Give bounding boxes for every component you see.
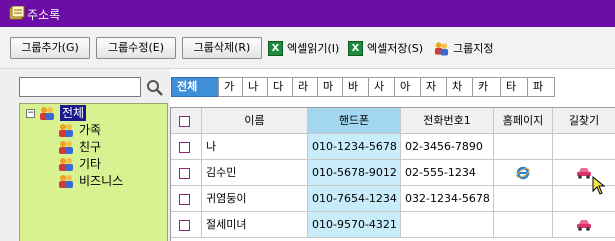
mobile-cell: 010-1234-5678 bbox=[308, 134, 401, 160]
row-checkbox[interactable] bbox=[179, 142, 190, 153]
group-icon bbox=[59, 141, 73, 154]
tab-a[interactable]: 아 bbox=[394, 77, 421, 97]
title-bar: 주소록 bbox=[0, 0, 615, 27]
name-cell: 절세미녀 bbox=[202, 212, 308, 238]
phone1-cell: 02-555-1234 bbox=[401, 160, 494, 186]
window-title: 주소록 bbox=[27, 8, 61, 22]
group-icon bbox=[59, 175, 73, 188]
homepage-cell bbox=[494, 134, 553, 160]
phone1-cell bbox=[401, 212, 494, 238]
excel-icon: X bbox=[348, 41, 363, 56]
table-row[interactable]: 귀염둥이 010-7654-1234 032-1234-5678 bbox=[171, 186, 615, 212]
group-icon bbox=[59, 124, 73, 137]
car-icon[interactable] bbox=[576, 167, 592, 179]
search-input[interactable] bbox=[19, 77, 141, 97]
cursor-icon bbox=[592, 176, 606, 195]
excel-icon: X bbox=[268, 41, 283, 56]
row-select-cell bbox=[171, 134, 202, 160]
tab-cha[interactable]: 차 bbox=[446, 77, 473, 97]
tab-ja[interactable]: 자 bbox=[420, 77, 447, 97]
group-icon bbox=[40, 107, 54, 120]
contact-panel: 전체 가 나 다 라 마 바 사 아 자 차 카 타 파 이름 핸드폰 전화번호… bbox=[170, 69, 615, 241]
group-panel: − 전체 가족 친구 기타 비즈니스 bbox=[0, 69, 170, 241]
excel-save-label: 엑셀저장(S) bbox=[367, 42, 424, 55]
homepage-cell bbox=[494, 186, 553, 212]
tab-ra[interactable]: 라 bbox=[292, 77, 318, 97]
column-header[interactable]: 전화번호1 bbox=[401, 108, 494, 134]
row-select-cell bbox=[171, 160, 202, 186]
row-checkbox[interactable] bbox=[179, 194, 190, 205]
table-row[interactable]: 나 010-1234-5678 02-3456-7890 bbox=[171, 134, 615, 160]
edit-group-button[interactable]: 그룹수정(E) bbox=[96, 37, 176, 59]
mobile-cell: 010-9570-4321 bbox=[308, 212, 401, 238]
column-header[interactable]: 홈페이지 bbox=[494, 108, 553, 134]
tree-expander[interactable]: − bbox=[26, 109, 35, 118]
tab-ta[interactable]: 타 bbox=[500, 77, 528, 97]
group-icon bbox=[434, 42, 449, 56]
index-tabs: 전체 가 나 다 라 마 바 사 아 자 차 카 타 파 bbox=[170, 77, 615, 97]
addressbook-icon bbox=[9, 6, 25, 20]
tree-node-label: 기타 bbox=[79, 157, 102, 171]
delete-group-button[interactable]: 그룹삭제(R) bbox=[182, 37, 262, 59]
table-header: 이름 핸드폰 전화번호1 홈페이지 길찾기 bbox=[171, 108, 615, 134]
excel-save-button[interactable]: X 엑셀저장(S) bbox=[348, 41, 426, 57]
ie-icon[interactable] bbox=[516, 166, 530, 180]
row-select-cell bbox=[171, 186, 202, 212]
mobile-cell: 010-5678-9012 bbox=[308, 160, 401, 186]
name-cell: 김수민 bbox=[202, 160, 308, 186]
tab-ma[interactable]: 마 bbox=[317, 77, 343, 97]
name-cell: 귀염둥이 bbox=[202, 186, 308, 212]
tab-all[interactable]: 전체 bbox=[171, 77, 219, 97]
column-header[interactable]: 길찾기 bbox=[553, 108, 615, 134]
excel-read-label: 엑셀읽기(I) bbox=[287, 42, 340, 55]
tab-da[interactable]: 다 bbox=[267, 77, 293, 97]
phone1-cell: 032-1234-5678 bbox=[401, 186, 494, 212]
add-group-button[interactable]: 그룹추가(G) bbox=[10, 37, 90, 59]
toolbar: 그룹추가(G) 그룹수정(E) 그룹삭제(R) X 엑셀읽기(I) X 엑셀저장… bbox=[0, 27, 615, 69]
group-icon bbox=[59, 158, 73, 171]
search-icon[interactable] bbox=[146, 79, 164, 97]
tree-node-label: 전체 bbox=[60, 105, 87, 121]
name-cell: 나 bbox=[202, 134, 308, 160]
row-checkbox[interactable] bbox=[179, 220, 190, 231]
phone1-cell: 02-3456-7890 bbox=[401, 134, 494, 160]
assign-group-label: 그룹지정 bbox=[453, 42, 494, 55]
tree-node-label: 가족 bbox=[79, 123, 102, 137]
assign-group-button[interactable]: 그룹지정 bbox=[434, 41, 506, 57]
directions-cell bbox=[553, 134, 615, 160]
row-select-cell bbox=[171, 212, 202, 238]
directions-cell bbox=[553, 212, 615, 238]
mobile-cell: 010-7654-1234 bbox=[308, 186, 401, 212]
tab-sa[interactable]: 사 bbox=[368, 77, 395, 97]
row-checkbox[interactable] bbox=[179, 168, 190, 179]
tab-ka[interactable]: 카 bbox=[472, 77, 501, 97]
tab-na[interactable]: 나 bbox=[242, 77, 268, 97]
homepage-cell bbox=[494, 212, 553, 238]
tree-node-label: 비즈니스 bbox=[79, 174, 124, 188]
tab-ga[interactable]: 가 bbox=[218, 77, 243, 97]
car-icon[interactable] bbox=[576, 219, 592, 231]
group-tree: − 전체 가족 친구 기타 비즈니스 bbox=[19, 103, 168, 241]
table-row[interactable]: 김수민 010-5678-9012 02-555-1234 bbox=[171, 160, 615, 186]
select-all-checkbox[interactable] bbox=[179, 116, 190, 127]
contact-table: 이름 핸드폰 전화번호1 홈페이지 길찾기 나 010-1234-5678 02… bbox=[170, 107, 615, 241]
tab-ba[interactable]: 바 bbox=[342, 77, 369, 97]
tree-node-label: 친구 bbox=[79, 140, 102, 154]
select-all-cell bbox=[171, 108, 202, 134]
column-header[interactable]: 이름 bbox=[202, 108, 308, 134]
column-header[interactable]: 핸드폰 bbox=[308, 108, 401, 134]
tab-pa[interactable]: 파 bbox=[527, 77, 555, 97]
homepage-cell bbox=[494, 160, 553, 186]
table-row[interactable]: 절세미녀 010-9570-4321 bbox=[171, 212, 615, 238]
excel-read-button[interactable]: X 엑셀읽기(I) bbox=[268, 41, 344, 57]
